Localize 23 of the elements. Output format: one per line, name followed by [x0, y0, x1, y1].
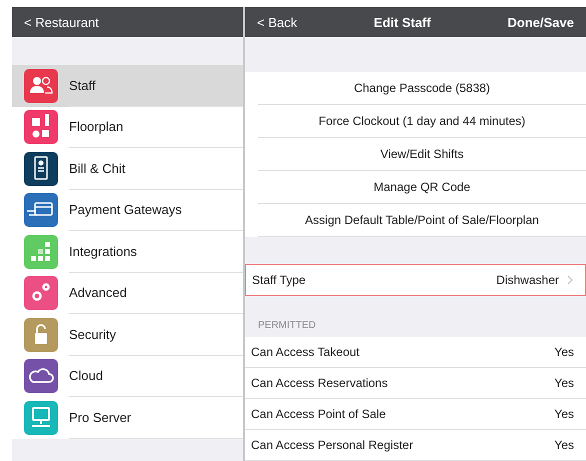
- row-label: Can Access Reservations: [251, 376, 389, 390]
- permission-row[interactable]: Can Access Personal Register Yes: [245, 430, 586, 461]
- permission-row[interactable]: Can Access Point of Sale Yes: [245, 399, 586, 430]
- sidebar-item[interactable]: Floorplan: [12, 106, 243, 148]
- permission-row[interactable]: Can Access Takeout Yes: [245, 337, 586, 368]
- permission-row[interactable]: Can Access Reservations Yes: [245, 368, 586, 399]
- sidebar-item[interactable]: Staff: [12, 65, 243, 106]
- staff-type-row[interactable]: Staff Type Dishwasher: [245, 264, 586, 296]
- row-label: Can Access Takeout: [251, 345, 361, 359]
- screen-title: Edit Staff: [372, 14, 432, 30]
- done-save-button[interactable]: Done/Save: [502, 14, 580, 30]
- row-value: Yes: [554, 376, 574, 390]
- chevron-icon: [567, 275, 573, 285]
- row-label: Can Access Point of Sale: [251, 407, 387, 421]
- row-value: Yes: [554, 407, 574, 421]
- restaurant-back-button[interactable]: < Restaurant: [18, 14, 105, 30]
- row-value: Dishwasher: [496, 273, 559, 287]
- back-button[interactable]: < Back: [251, 14, 304, 30]
- row-label: Can Access Personal Register: [251, 438, 414, 452]
- row-value: Yes: [554, 345, 574, 359]
- row-value: Yes: [554, 438, 574, 452]
- row-label: Staff Type: [252, 273, 307, 287]
- section-heading: PERMITTED: [257, 320, 317, 333]
